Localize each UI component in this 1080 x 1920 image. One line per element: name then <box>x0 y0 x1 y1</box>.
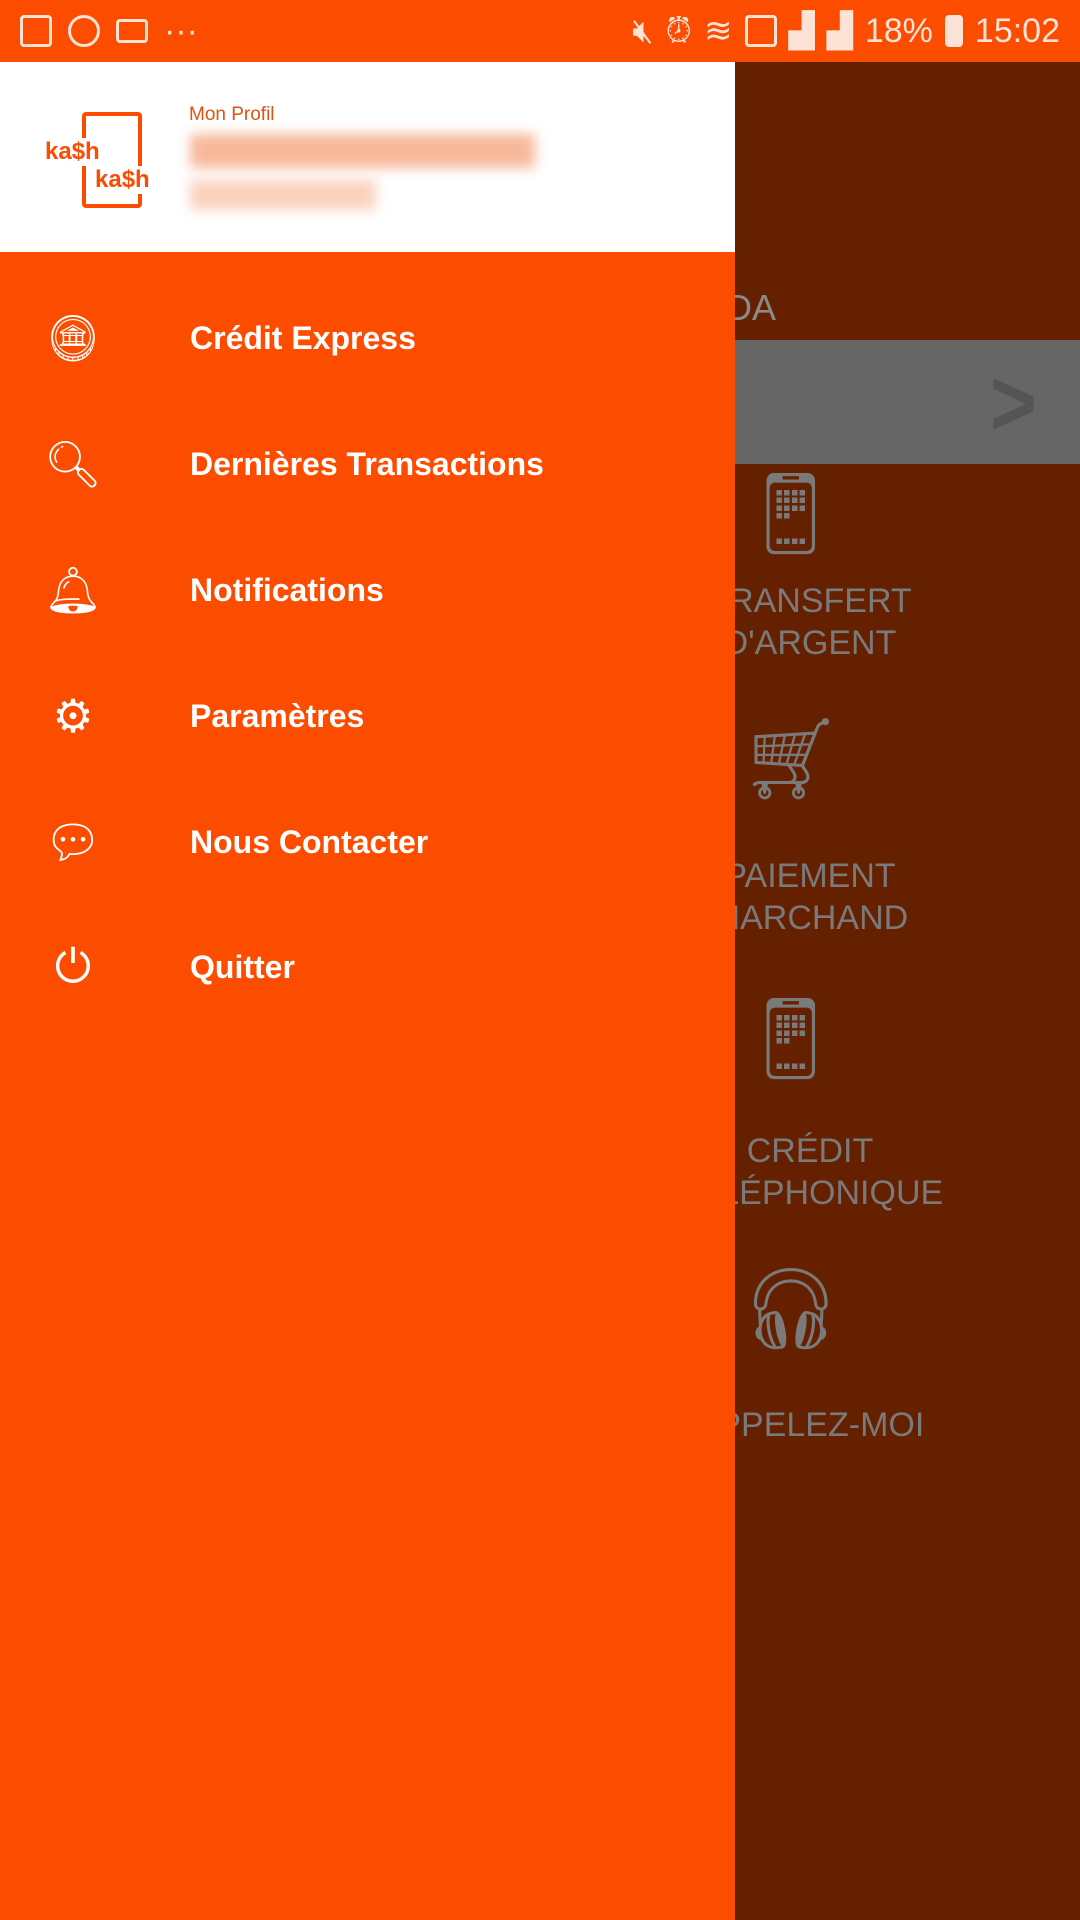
menu-item-label: Crédit Express <box>190 319 416 356</box>
menu-item-quit[interactable]: ⏻ Quitter <box>0 917 735 1017</box>
cart-icon: 🛒︎ <box>740 714 842 803</box>
laptop-icon <box>116 19 148 43</box>
menu-item-label: Nous Contacter <box>190 823 429 860</box>
menu-item-label: Notifications <box>190 571 384 608</box>
chat-icon: 💬︎ <box>43 815 103 868</box>
headset-icon: 🎧︎ <box>740 1264 842 1353</box>
status-bar: ··· 🔇︎ ⏰︎ ≋ ▟ ▟ 18% 15:02 <box>0 0 1080 62</box>
signal-icon: ▟ <box>788 12 815 50</box>
chevron-right-icon: > <box>990 349 1037 456</box>
blurred-phone-number <box>190 180 376 210</box>
profile-label: Mon Profil <box>189 104 275 125</box>
menu-item-credit-express[interactable]: 🪙︎ Crédit Express <box>0 288 735 388</box>
phone-transfer-icon: 📱︎ <box>740 469 842 558</box>
kashkash-logo: ka$h ka$h <box>44 112 164 212</box>
clock: 15:02 <box>974 11 1060 50</box>
menu-item-transactions[interactable]: 🔍︎ Dernières Transactions <box>0 414 735 514</box>
menu-item-label: Dernières Transactions <box>190 445 544 482</box>
menu-item-notifications[interactable]: 🔔︎ Notifications <box>0 540 735 640</box>
navigation-drawer: ka$h ka$h Mon Profil 🪙︎ Crédit Express 🔍︎… <box>0 62 735 1920</box>
profile-header[interactable]: ka$h ka$h Mon Profil <box>0 62 735 252</box>
alarm-icon: ⏰︎ <box>665 11 693 50</box>
battery-text: 18% <box>864 11 933 50</box>
data-icon <box>744 15 777 47</box>
gear-icon: ⚙︎ <box>52 690 94 742</box>
bell-icon: 🔔︎ <box>43 563 103 616</box>
mute-icon: 🔇︎ <box>632 11 654 50</box>
phone-credit-icon: 📱︎ <box>740 994 842 1083</box>
blurred-user-name <box>190 134 535 168</box>
menu-item-settings[interactable]: ⚙︎ Paramètres <box>0 666 735 766</box>
menu-item-label: Quitter <box>190 948 295 985</box>
signal-icon-2: ▟ <box>826 12 853 50</box>
whatsapp-icon <box>68 15 100 47</box>
hand-coins-icon: 🪙︎ <box>43 311 103 364</box>
search-document-icon: 🔍︎ <box>43 437 103 490</box>
menu-item-contact[interactable]: 💬︎ Nous Contacter <box>0 792 735 892</box>
more-icon: ··· <box>164 11 198 50</box>
battery-icon <box>944 15 963 47</box>
wifi-icon: ≋ <box>704 12 733 50</box>
menu-item-label: Paramètres <box>190 697 365 734</box>
gallery-icon <box>20 15 52 47</box>
power-icon: ⏻ <box>54 940 92 992</box>
